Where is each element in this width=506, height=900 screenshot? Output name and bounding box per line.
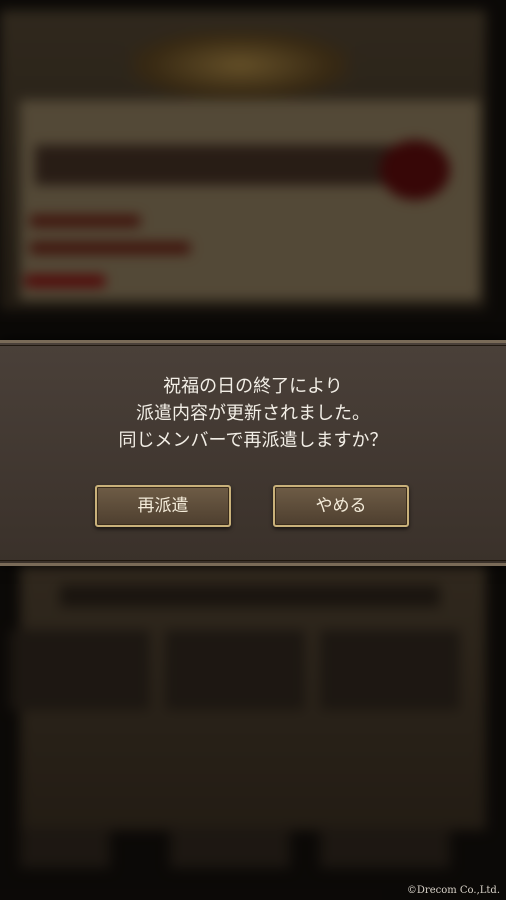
message-line-2: 派遣内容が更新されました。 bbox=[136, 403, 370, 424]
message-line-1: 祝福の日の終了により bbox=[163, 376, 343, 397]
cancel-button[interactable]: やめる bbox=[273, 485, 409, 527]
redispatch-dialog: 祝福の日の終了により 派遣内容が更新されました。 同じメンバーで再派遣しますか？… bbox=[0, 340, 506, 566]
message-line-3: 同じメンバーで再派遣しますか？ bbox=[118, 430, 388, 451]
dialog-message: 祝福の日の終了により 派遣内容が更新されました。 同じメンバーで再派遣しますか？ bbox=[0, 373, 506, 454]
copyright-text: ©Drecom Co.,Ltd. bbox=[406, 885, 500, 896]
redispatch-button[interactable]: 再派遣 bbox=[95, 485, 231, 527]
